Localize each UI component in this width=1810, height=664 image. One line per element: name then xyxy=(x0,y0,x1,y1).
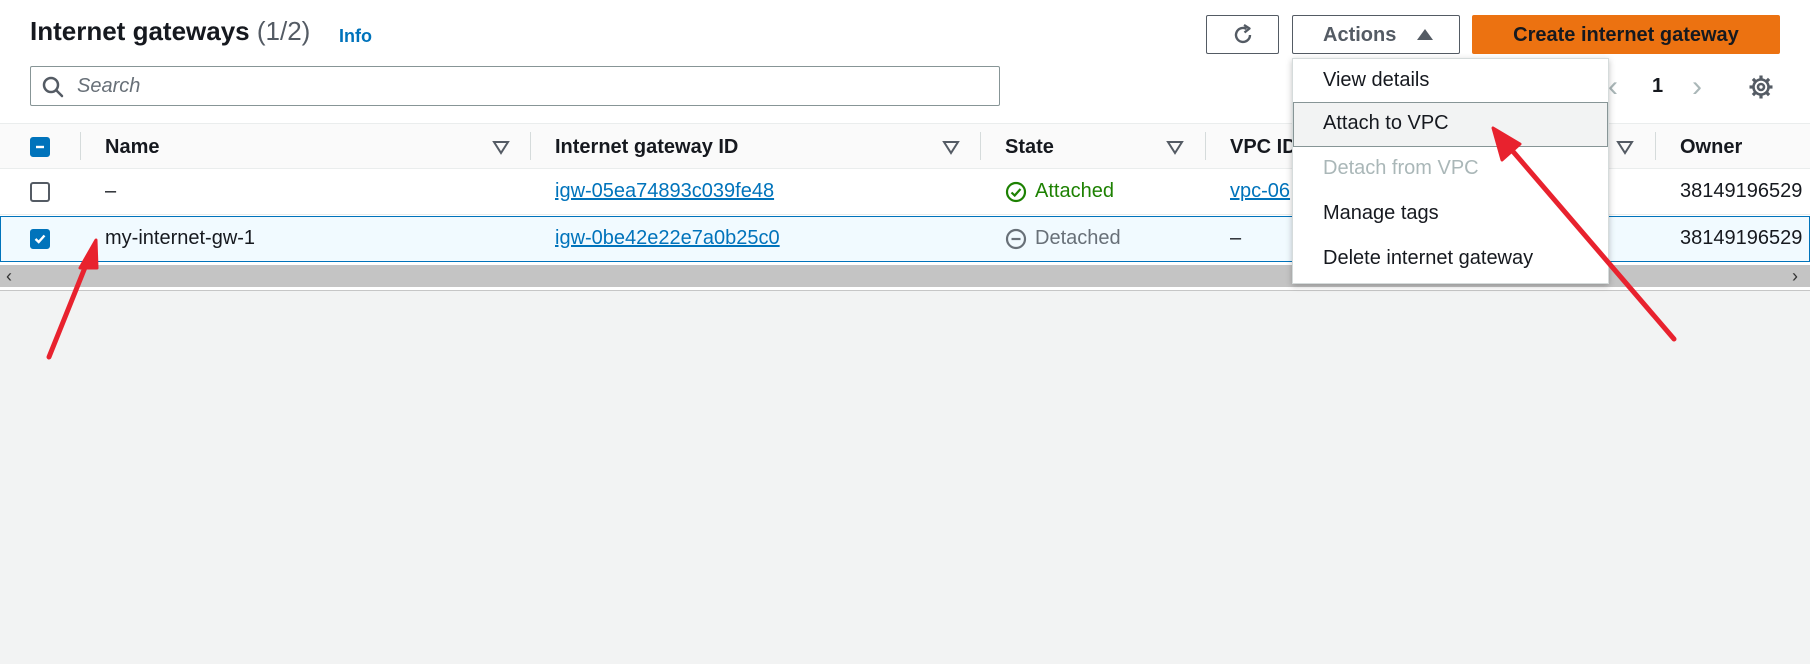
row-checkbox-checked[interactable] xyxy=(30,229,50,249)
row-name: – xyxy=(105,180,117,202)
minus-circle-icon xyxy=(1005,228,1027,250)
refresh-icon xyxy=(1234,23,1252,44)
row-checkbox[interactable] xyxy=(30,182,50,202)
refresh-button[interactable] xyxy=(1206,15,1279,54)
owner-value: 38149196529 xyxy=(1680,180,1803,202)
column-header-state[interactable]: State xyxy=(1005,136,1054,159)
column-divider xyxy=(530,132,531,160)
menu-item-detach-from-vpc: Detach from VPC xyxy=(1323,157,1479,179)
actions-button[interactable]: Actions xyxy=(1292,15,1460,54)
scroll-right-icon[interactable]: › xyxy=(1792,265,1798,287)
sort-icon[interactable] xyxy=(492,138,510,156)
column-divider xyxy=(1655,132,1656,160)
column-divider xyxy=(980,132,981,160)
vpc-id-link[interactable]: vpc-06 xyxy=(1230,180,1290,203)
current-page-number[interactable]: 1 xyxy=(1652,75,1663,98)
scroll-left-icon[interactable]: ‹ xyxy=(6,265,12,287)
check-circle-icon xyxy=(1005,181,1027,203)
column-divider xyxy=(1205,132,1206,160)
select-all-checkbox[interactable] xyxy=(30,137,50,157)
menu-item-attach-to-vpc[interactable]: Attach to VPC xyxy=(1293,102,1608,147)
menu-item-view-details[interactable]: View details xyxy=(1293,59,1608,104)
sort-icon[interactable] xyxy=(1616,138,1634,156)
search-input[interactable] xyxy=(77,67,977,105)
page-title-text: Internet gateways xyxy=(30,16,250,46)
actions-button-label: Actions xyxy=(1323,24,1397,46)
sort-icon[interactable] xyxy=(1166,138,1184,156)
next-page-button[interactable]: › xyxy=(1692,72,1702,102)
column-header-owner[interactable]: Owner xyxy=(1680,136,1742,159)
info-link[interactable]: Info xyxy=(339,26,372,47)
row-name: my-internet-gw-1 xyxy=(105,227,256,249)
menu-item-delete-internet-gateway[interactable]: Delete internet gateway xyxy=(1293,237,1608,282)
checkmark-icon xyxy=(34,234,46,244)
owner-value: 38149196529 xyxy=(1680,227,1803,249)
sort-icon[interactable] xyxy=(942,138,960,156)
gateway-id-link[interactable]: igw-0be42e22e7a0b25c0 xyxy=(555,227,780,250)
minus-icon xyxy=(36,145,44,149)
search-icon xyxy=(42,76,64,98)
column-header-gateway-id[interactable]: Internet gateway ID xyxy=(555,136,738,159)
caret-up-icon xyxy=(1417,29,1433,40)
column-divider xyxy=(80,132,81,160)
create-button-label: Create internet gateway xyxy=(1513,24,1739,46)
menu-item-manage-tags[interactable]: Manage tags xyxy=(1293,192,1608,237)
state-attached: Attached xyxy=(1035,180,1114,202)
column-header-name[interactable]: Name xyxy=(105,136,159,159)
page-title: Internet gateways (1/2) xyxy=(30,16,310,47)
selection-count: (1/2) xyxy=(256,16,311,46)
state-detached: Detached xyxy=(1035,227,1121,249)
create-internet-gateway-button[interactable]: Create internet gateway xyxy=(1472,15,1780,54)
vpc-id-value: – xyxy=(1230,227,1242,249)
search-field[interactable] xyxy=(30,66,1000,106)
previous-page-button[interactable]: ‹ xyxy=(1608,72,1618,102)
gateway-id-link[interactable]: igw-05ea74893c039fe48 xyxy=(555,180,774,203)
column-header-vpc-id[interactable]: VPC ID xyxy=(1230,136,1297,159)
gear-icon[interactable] xyxy=(1748,74,1774,100)
actions-dropdown-menu: View details Attach to VPC Detach from V… xyxy=(1292,58,1609,284)
